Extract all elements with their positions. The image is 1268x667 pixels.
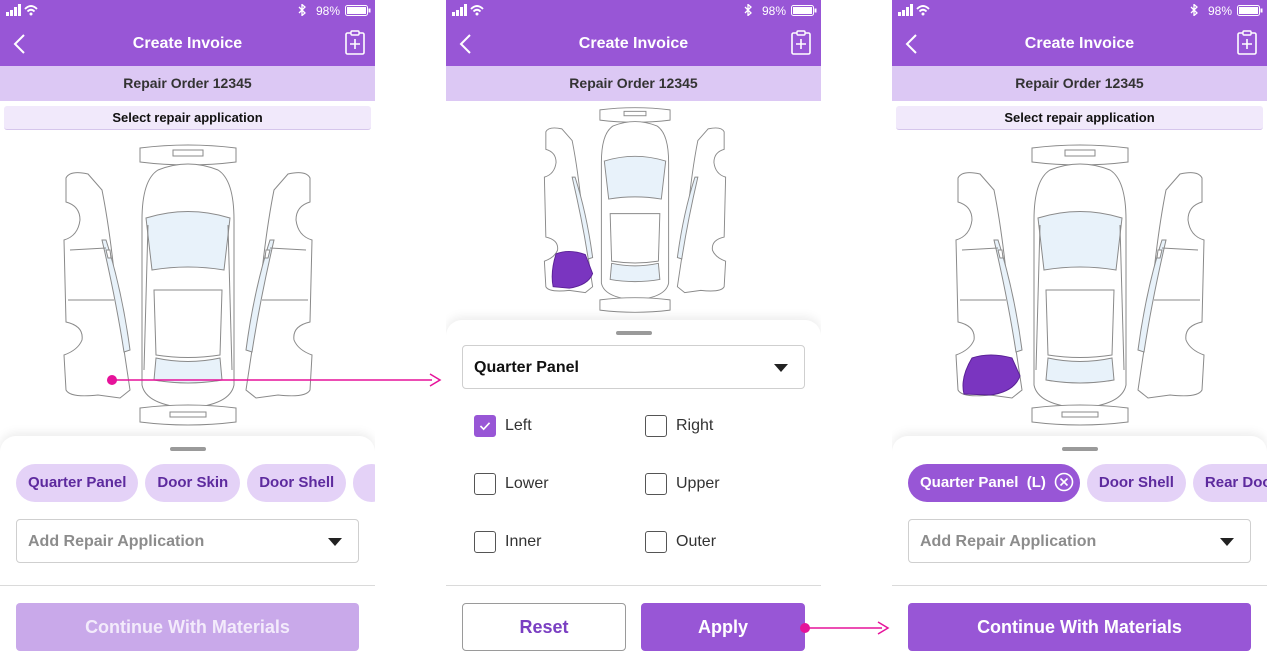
screen-select-application: 98% Create Invoice Repair Order 12345 Se… — [0, 0, 375, 667]
option-label: Inner — [505, 533, 542, 550]
battery-percent: 98% — [762, 4, 787, 18]
signal-wifi-icon — [452, 4, 484, 16]
sheet-grabber[interactable] — [1062, 447, 1098, 451]
option-label: Lower — [505, 475, 549, 492]
status-bar: 98% — [446, 0, 821, 22]
divider — [892, 585, 1267, 586]
option-label: Right — [676, 417, 714, 434]
nav-bar: Create Invoice — [892, 22, 1267, 66]
divider — [446, 585, 821, 586]
part-select-value: Quarter Panel — [474, 359, 579, 376]
repair-order-label: Repair Order 12345 — [0, 66, 375, 101]
checkbox-inner[interactable] — [474, 531, 496, 553]
check-icon — [479, 422, 491, 431]
add-repair-application-dropdown[interactable]: Add Repair Application — [16, 519, 359, 563]
dropdown-placeholder: Add Repair Application — [920, 533, 1097, 550]
select-prompt: Select repair application — [4, 106, 371, 130]
status-bar: 98% — [892, 0, 1267, 22]
sheet-grabber[interactable] — [616, 331, 652, 335]
battery-icon — [791, 5, 817, 16]
battery-percent: 98% — [1208, 4, 1233, 18]
reset-button[interactable]: Reset — [462, 603, 626, 651]
chip-door-shell[interactable]: Door Shell — [247, 464, 347, 502]
continue-with-materials-button[interactable]: Continue With Materials — [908, 603, 1251, 651]
nav-bar: Create Invoice — [446, 22, 821, 66]
option-label: Left — [505, 417, 532, 434]
chip-side: (L) — [1026, 474, 1046, 491]
repair-order-label: Repair Order 12345 — [446, 66, 821, 101]
bluetooth-icon — [744, 4, 752, 16]
vehicle-diagram[interactable] — [950, 140, 1210, 430]
caret-down-icon — [1220, 538, 1234, 546]
checkbox-outer[interactable] — [645, 531, 667, 553]
dropdown-placeholder: Add Repair Application — [28, 533, 205, 550]
checkbox-left[interactable] — [474, 415, 496, 437]
checkbox-lower[interactable] — [474, 473, 496, 495]
divider — [0, 585, 375, 586]
vehicle-diagram[interactable] — [540, 104, 730, 316]
vehicle-diagram-graphic — [63, 144, 313, 426]
battery-percent: 98% — [316, 4, 341, 18]
continue-with-materials-button[interactable]: Continue With Materials — [16, 603, 359, 651]
option-label: Upper — [676, 475, 720, 492]
part-select[interactable]: Quarter Panel — [462, 345, 805, 389]
caret-down-icon — [328, 538, 342, 546]
add-repair-application-dropdown[interactable]: Add Repair Application — [908, 519, 1251, 563]
page-title: Create Invoice — [578, 35, 689, 52]
repair-chip-row[interactable]: Quarter Panel Door Skin Door Shell — [16, 464, 375, 504]
nav-bar: Create Invoice — [0, 22, 375, 66]
checkbox-upper[interactable] — [645, 473, 667, 495]
signal-wifi-icon — [6, 4, 38, 16]
clipboard-plus-icon[interactable] — [344, 30, 366, 56]
bottom-sheet: Quarter Panel Left Right Lower Upper Inn… — [446, 320, 821, 667]
chip-label: Quarter Panel — [920, 474, 1019, 491]
battery-icon — [345, 5, 371, 16]
clipboard-plus-icon[interactable] — [1236, 30, 1258, 56]
clipboard-plus-icon[interactable] — [790, 30, 812, 56]
select-prompt: Select repair application — [896, 106, 1263, 130]
repair-order-label: Repair Order 12345 — [892, 66, 1267, 101]
sheet-grabber[interactable] — [170, 447, 206, 451]
page-title: Create Invoice — [132, 35, 243, 52]
bluetooth-icon — [298, 4, 306, 16]
checkbox-right[interactable] — [645, 415, 667, 437]
option-label: Outer — [676, 533, 717, 550]
bluetooth-icon — [1190, 4, 1198, 16]
caret-down-icon — [774, 364, 788, 372]
bottom-sheet: Quarter Panel Door Skin Door Shell Add Rep… — [0, 436, 375, 667]
vehicle-diagram[interactable] — [58, 140, 318, 430]
status-bar: 98% — [0, 0, 375, 22]
battery-icon — [1237, 5, 1263, 16]
screen-application-selected: 98% Create Invoice Repair Order 12345 Se… — [892, 0, 1267, 667]
bottom-sheet: Quarter Panel (L)Door ShellRear Door Add… — [892, 436, 1267, 667]
page-title: Create Invoice — [1024, 35, 1135, 52]
chip-door-shell[interactable]: Door Shell — [1086, 464, 1186, 502]
screen-part-options: 98% Create Invoice Repair Order 12345 Qu… — [446, 0, 821, 667]
apply-button[interactable]: Apply — [641, 603, 805, 651]
vehicle-diagram-graphic — [543, 107, 727, 313]
close-circle-icon[interactable] — [1054, 472, 1074, 492]
chip-door-skin[interactable]: Door Skin — [145, 464, 241, 502]
vehicle-diagram-graphic — [955, 144, 1205, 426]
signal-wifi-icon — [898, 4, 930, 16]
chip-overflow[interactable] — [353, 464, 375, 502]
chip-quarter-panel-selected[interactable]: Quarter Panel (L) — [908, 464, 1080, 502]
chip-rear-door[interactable]: Rear Door — [1192, 464, 1267, 502]
chip-quarter-panel[interactable]: Quarter Panel — [16, 464, 139, 502]
repair-chip-row[interactable]: Quarter Panel (L)Door ShellRear Door — [908, 464, 1267, 504]
